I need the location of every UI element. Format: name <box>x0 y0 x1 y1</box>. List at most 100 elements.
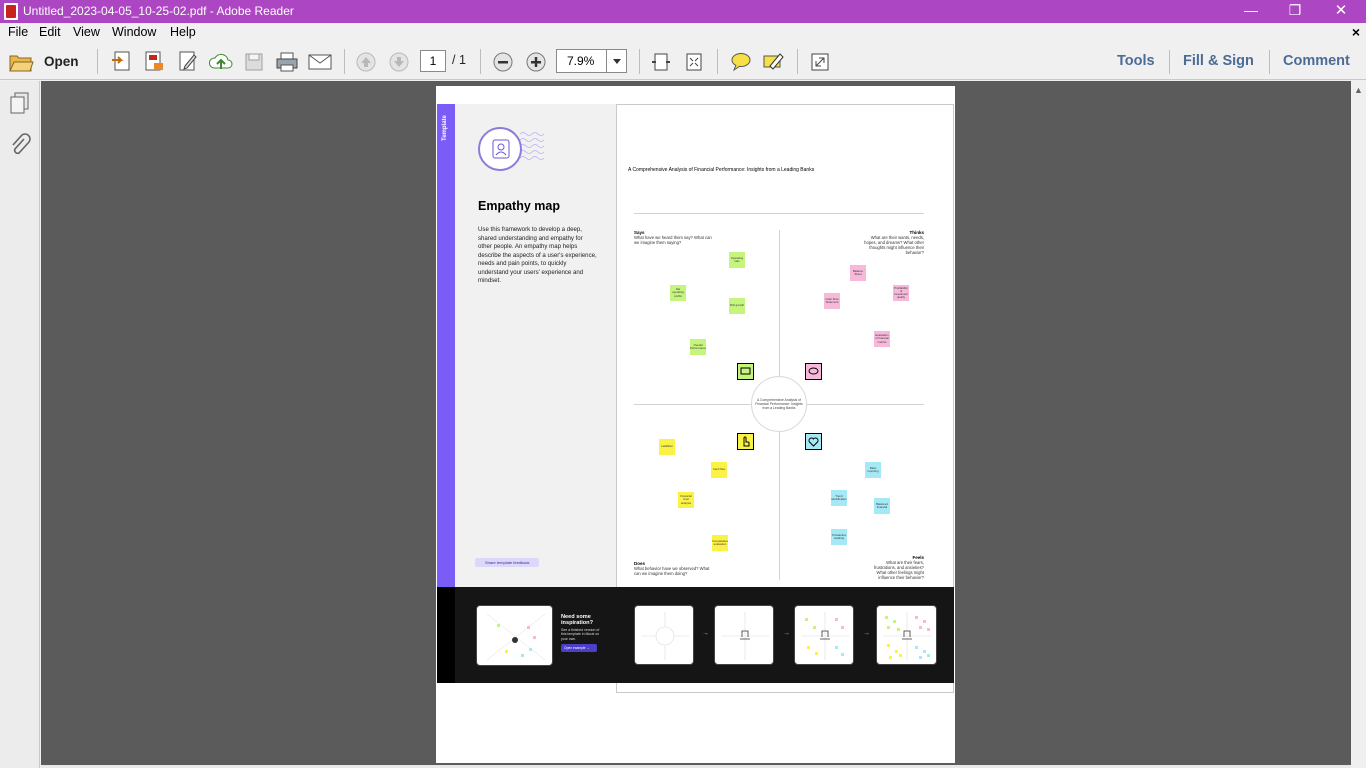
sticky-note: Overall Performance <box>690 339 706 355</box>
vertical-scrollbar[interactable]: ▲ <box>1351 81 1366 768</box>
step-thumbnail <box>876 605 937 665</box>
board-title: A Comprehensive Analysis of Financial Pe… <box>628 167 815 173</box>
hand-pointer-icon <box>737 433 754 450</box>
sticky-note: ROI growth <box>729 298 745 314</box>
restore-button[interactable]: ❐ <box>1272 0 1318 23</box>
fit-width-icon[interactable] <box>648 49 674 75</box>
sticky-note: Cash flow <box>711 462 727 478</box>
inspiration-title: Need some inspiration? <box>561 614 594 627</box>
chevron-down-icon[interactable] <box>606 50 626 72</box>
upload-cloud-icon[interactable] <box>208 49 234 75</box>
edit-pdf-icon[interactable] <box>175 49 201 75</box>
toolbar: Open Tools Fill & Sign Comment <box>0 43 1366 80</box>
separator <box>480 49 481 74</box>
example-thumbnail[interactable] <box>476 605 553 666</box>
zoom-in-icon[interactable] <box>523 49 549 75</box>
center-persona: A Comprehensive Analysis of Financial Pe… <box>751 376 807 432</box>
sticky-note: Ratio reporting <box>865 462 881 478</box>
sticky-note: Profitability of Investment quality <box>893 285 909 301</box>
separator <box>797 49 798 74</box>
menu-view[interactable]: View <box>73 25 100 39</box>
minimize-button[interactable]: — <box>1228 0 1274 23</box>
inspiration-text: See a finished version of this template … <box>561 628 600 641</box>
close-window-button[interactable]: ✕ <box>1318 0 1364 23</box>
separator <box>97 49 98 74</box>
open-example-button[interactable]: Open example → <box>561 644 597 652</box>
sticky-note: Financial Cost analysis <box>678 492 694 508</box>
feels-text: What are their fears, frustrations, and … <box>873 560 924 580</box>
separator <box>344 49 345 74</box>
separator <box>639 49 640 74</box>
says-label: Says What have we heard them say? What c… <box>634 230 714 245</box>
step-thumbnail <box>714 605 774 665</box>
sticky-note: Operating ratio <box>729 252 745 268</box>
template-heading: Empathy map <box>478 199 560 213</box>
divider <box>779 230 780 376</box>
fill-sign-tab[interactable]: Fill & Sign <box>1183 53 1254 69</box>
create-pdf-icon[interactable] <box>108 49 134 75</box>
divider <box>807 404 924 405</box>
feedback-button[interactable]: Share template feedback <box>475 558 539 567</box>
separator <box>717 49 718 74</box>
next-page-icon[interactable] <box>386 49 412 75</box>
does-text: What behavior have we observed? What can… <box>634 566 710 576</box>
window-title: Untitled_2023-04-05_10-25-02.pdf - Adobe… <box>23 4 294 18</box>
step-thumbnail <box>634 605 694 665</box>
sticky-note: Liabilities <box>659 439 675 455</box>
arrow-right-icon: → <box>783 630 790 637</box>
highlight-icon[interactable] <box>761 49 787 75</box>
sticky-note: Balance Sheet <box>850 265 866 281</box>
fit-page-icon[interactable] <box>681 49 707 75</box>
sticky-note: Cash Flow Statement <box>824 293 840 309</box>
does-label: Does What behavior have we observed? Wha… <box>634 561 714 576</box>
print-icon[interactable] <box>274 49 300 75</box>
empathy-map-icon <box>478 127 522 171</box>
email-icon[interactable] <box>307 49 333 75</box>
menu-edit[interactable]: Edit <box>39 25 61 39</box>
separator <box>1269 50 1270 74</box>
divider <box>634 213 924 214</box>
sticky-note: Trend identification <box>831 490 847 506</box>
divider <box>634 404 751 405</box>
sticky-note: Balanced financial <box>874 498 890 514</box>
menu-bar: File Edit View Window Help × <box>0 23 1366 43</box>
scroll-up-icon[interactable]: ▲ <box>1354 85 1363 95</box>
separator <box>1169 50 1170 74</box>
page-thumbnails-icon[interactable] <box>9 91 31 115</box>
zoom-out-icon[interactable] <box>490 49 516 75</box>
menu-window[interactable]: Window <box>112 25 156 39</box>
attachments-icon[interactable] <box>9 133 31 157</box>
open-folder-icon[interactable] <box>8 49 34 75</box>
thought-bubble-icon <box>805 363 822 380</box>
step-thumbnail <box>794 605 854 665</box>
export-pdf-icon[interactable] <box>141 49 167 75</box>
page-total: / 1 <box>452 53 466 67</box>
arrow-right-icon: → <box>863 630 870 637</box>
full-screen-icon[interactable] <box>807 49 833 75</box>
sticky-note: Transaction Auditing <box>831 529 847 545</box>
footer-accent <box>437 587 455 683</box>
save-icon[interactable] <box>241 49 267 75</box>
decorative-waves-icon <box>520 132 545 160</box>
comment-tab[interactable]: Comment <box>1283 53 1350 69</box>
page-number-input[interactable]: 1 <box>420 50 446 72</box>
menu-file[interactable]: File <box>8 25 28 39</box>
sticky-note-icon[interactable] <box>728 49 754 75</box>
zoom-value: 7.9% <box>567 54 595 68</box>
thinks-label: Thinks What are their wants, needs, hope… <box>864 230 924 255</box>
sticky-note: Net operating profits <box>670 285 686 301</box>
previous-page-icon[interactable] <box>353 49 379 75</box>
title-bar: Untitled_2023-04-05_10-25-02.pdf - Adobe… <box>0 0 1366 23</box>
navigation-panel <box>0 81 40 768</box>
template-description: Use this framework to develop a deep, sh… <box>478 226 597 284</box>
menu-help[interactable]: Help <box>170 25 196 39</box>
sticky-note: Evaluation of financial metrics <box>874 331 890 347</box>
template-label: Template <box>442 115 448 141</box>
open-button[interactable]: Open <box>44 54 79 69</box>
close-document-icon[interactable]: × <box>1352 24 1360 40</box>
zoom-select[interactable]: 7.9% <box>556 49 627 73</box>
sticky-note: Comparative evaluation <box>712 535 728 551</box>
thinks-text: What are their wants, needs, hopes, and … <box>864 235 924 255</box>
template-accent-bar <box>437 104 455 587</box>
tools-tab[interactable]: Tools <box>1117 53 1155 69</box>
